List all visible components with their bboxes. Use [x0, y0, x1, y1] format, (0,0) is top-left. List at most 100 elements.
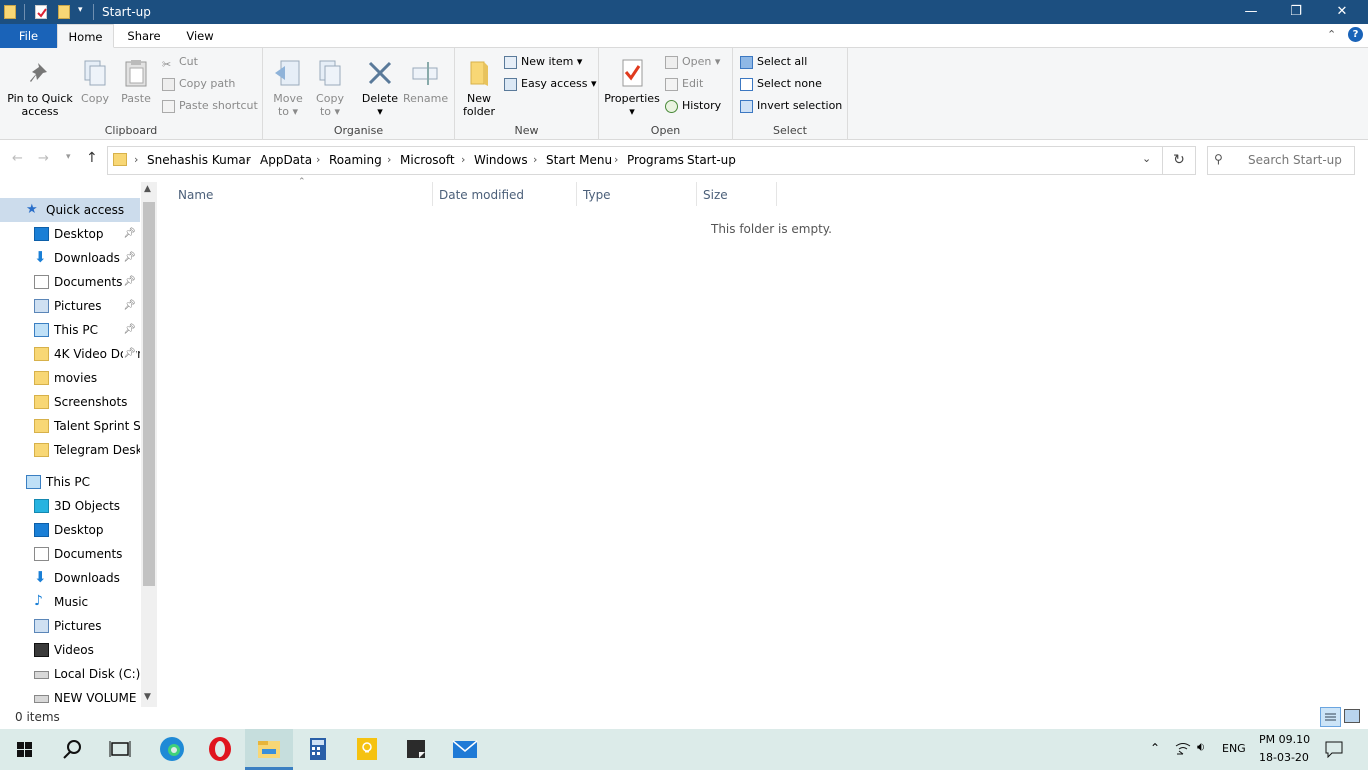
nav-item[interactable]: Desktop 📌︎: [0, 222, 140, 246]
nav-item[interactable]: This PC 📌︎: [0, 318, 140, 342]
breadcrumb-separator[interactable]: ›: [614, 153, 618, 166]
breadcrumb-separator[interactable]: ›: [387, 153, 391, 166]
history-button[interactable]: History: [665, 97, 721, 115]
breadcrumb-item[interactable]: Start-up: [687, 153, 736, 167]
back-arrow-icon[interactable]: ←: [12, 151, 23, 166]
delete-button[interactable]: Delete ▾: [360, 58, 400, 118]
clock-time[interactable]: PM 09.10: [1259, 733, 1310, 746]
paste-button[interactable]: Paste: [118, 58, 154, 105]
clock-date[interactable]: 18-03-20: [1259, 751, 1309, 764]
nav-item[interactable]: Pictures 📌︎: [0, 294, 140, 318]
minimize-button[interactable]: —: [1228, 0, 1274, 24]
scroll-down-icon[interactable]: ▼: [144, 692, 151, 702]
calculator-icon[interactable]: [294, 729, 342, 770]
column-divider[interactable]: [696, 182, 697, 206]
navigation-pane[interactable]: ★ Quick access Desktop 📌︎ ⬇ Downloads 📌︎ Docu…: [0, 182, 157, 707]
tab-view[interactable]: View: [176, 24, 224, 48]
network-icon[interactable]: [1175, 742, 1191, 759]
tab-share[interactable]: Share: [120, 24, 168, 48]
refresh-icon[interactable]: ↻: [1163, 146, 1196, 175]
edit-button[interactable]: Edit: [665, 75, 703, 93]
nav-item[interactable]: 4K Video Downloader📌︎: [0, 342, 140, 366]
new-folder-button[interactable]: New folder: [461, 58, 497, 118]
copy-path-button[interactable]: Copy path: [162, 75, 235, 93]
mail-icon[interactable]: [441, 729, 489, 770]
title-bar[interactable]: ▾ Start-up — ❐ ✕: [0, 0, 1368, 24]
properties-quick-icon[interactable]: [35, 5, 47, 19]
nav-item[interactable]: 3D Objects: [0, 494, 140, 518]
breadcrumb-item[interactable]: Windows: [474, 153, 528, 167]
forward-arrow-icon[interactable]: →: [38, 151, 49, 166]
collapse-ribbon-icon[interactable]: ⌃: [1327, 28, 1336, 41]
nav-item[interactable]: movies: [0, 366, 140, 390]
scrollbar-thumb[interactable]: [143, 202, 155, 586]
breadcrumb-separator[interactable]: ›: [533, 153, 537, 166]
edge-icon[interactable]: [148, 729, 196, 770]
tips-icon[interactable]: [343, 729, 391, 770]
task-view-icon[interactable]: [96, 729, 144, 770]
nav-item[interactable]: Pictures: [0, 614, 140, 638]
address-bar[interactable]: › Snehashis Kumar › AppData › Roaming › …: [107, 146, 1163, 175]
nav-item[interactable]: ⬇ Downloads: [0, 566, 140, 590]
column-divider[interactable]: [776, 182, 777, 206]
nav-item[interactable]: Documents 📌︎: [0, 270, 140, 294]
column-header-name[interactable]: Name: [178, 187, 213, 207]
breadcrumb-separator[interactable]: ›: [316, 153, 320, 166]
copy-button[interactable]: Copy: [78, 58, 112, 105]
paste-shortcut-button[interactable]: Paste shortcut: [162, 97, 258, 115]
customize-quick-access-icon[interactable]: ▾: [78, 5, 83, 15]
breadcrumb-separator[interactable]: ›: [246, 153, 250, 166]
close-button[interactable]: ✕: [1319, 0, 1365, 24]
recent-locations-icon[interactable]: ▾: [66, 152, 71, 162]
volume-icon[interactable]: 🔉︎: [1197, 740, 1205, 755]
tab-home[interactable]: Home: [57, 24, 114, 48]
nav-item[interactable]: Talent Sprint SSC: [0, 414, 140, 438]
nav-item[interactable]: ♪ Music: [0, 590, 140, 614]
column-divider[interactable]: [576, 182, 577, 206]
large-icons-view-icon[interactable]: [1344, 709, 1360, 723]
breadcrumb-item[interactable]: Microsoft: [400, 153, 455, 167]
sticky-notes-icon[interactable]: [392, 729, 440, 770]
column-header-type[interactable]: Type: [583, 187, 611, 207]
scroll-up-icon[interactable]: ▲: [144, 184, 151, 194]
breadcrumb-item[interactable]: AppData: [260, 153, 312, 167]
start-button[interactable]: [0, 729, 48, 770]
properties-dropdown-icon[interactable]: ▾: [604, 105, 660, 118]
select-all-button[interactable]: Select all: [740, 53, 807, 71]
nav-quick-access[interactable]: ★ Quick access: [0, 198, 140, 222]
column-divider[interactable]: [432, 182, 433, 206]
help-icon[interactable]: ?: [1348, 27, 1363, 42]
notifications-icon[interactable]: [1325, 740, 1343, 761]
nav-item[interactable]: Local Disk (C:): [0, 662, 140, 686]
nav-item[interactable]: Telegram Desktop: [0, 438, 140, 462]
nav-scrollbar[interactable]: ▲ ▼: [141, 182, 157, 707]
nav-item[interactable]: ⬇ Downloads 📌︎: [0, 246, 140, 270]
select-none-button[interactable]: Select none: [740, 75, 822, 93]
rename-button[interactable]: Rename: [403, 58, 448, 105]
easy-access-button[interactable]: Easy access ▾: [504, 75, 597, 93]
invert-selection-button[interactable]: Invert selection: [740, 97, 842, 115]
maximize-button[interactable]: ❐: [1273, 0, 1319, 24]
new-folder-quick-icon[interactable]: [58, 5, 70, 19]
move-to-button[interactable]: Move to ▾: [269, 58, 307, 118]
language-indicator[interactable]: ENG: [1222, 742, 1246, 755]
delete-dropdown-icon[interactable]: ▾: [360, 105, 400, 118]
nav-item[interactable]: Videos: [0, 638, 140, 662]
column-header-date-modified[interactable]: Date modified: [439, 187, 524, 207]
opera-icon[interactable]: [196, 729, 244, 770]
new-item-button[interactable]: New item ▾: [504, 53, 582, 71]
search-input[interactable]: ⚲ Search Start-up: [1207, 146, 1355, 175]
column-header-size[interactable]: Size: [703, 187, 728, 207]
address-dropdown-icon[interactable]: ⌄: [1142, 152, 1151, 165]
nav-this-pc[interactable]: This PC: [0, 470, 140, 494]
pin-to-quick-access-button[interactable]: Pin to Quick access: [6, 58, 74, 118]
show-hidden-icons-icon[interactable]: ⌃: [1150, 741, 1160, 755]
breadcrumb-separator[interactable]: ›: [134, 153, 138, 166]
open-button[interactable]: Open ▾: [665, 53, 720, 71]
breadcrumb-item[interactable]: Start Menu: [546, 153, 612, 167]
properties-button[interactable]: Properties ▾: [604, 58, 660, 118]
nav-item[interactable]: Screenshots: [0, 390, 140, 414]
search-icon[interactable]: [48, 729, 96, 770]
file-list-area[interactable]: [157, 182, 1368, 707]
copy-to-button[interactable]: Copy to ▾: [311, 58, 349, 118]
